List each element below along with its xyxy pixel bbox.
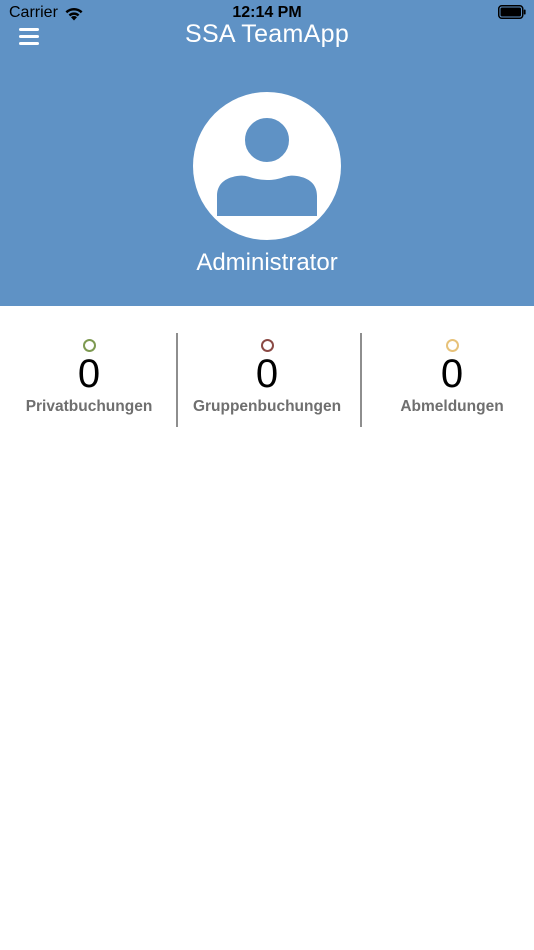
stat-count: 0 bbox=[255, 352, 279, 396]
screen: Carrier 12:14 PM SSA TeamApp Administrat… bbox=[0, 0, 534, 950]
stat-deregistrations[interactable]: 0 Abmeldungen bbox=[363, 330, 534, 428]
stat-private-bookings[interactable]: 0 Privatbuchungen bbox=[0, 330, 178, 428]
status-dot-icon bbox=[445, 339, 459, 352]
booking-stats: 0 Privatbuchungen 0 Gruppenbuchungen 0 A… bbox=[0, 330, 534, 428]
user-name: Administrator bbox=[196, 249, 338, 276]
divider bbox=[360, 333, 362, 427]
user-silhouette-icon bbox=[217, 116, 317, 216]
app-title: SSA TeamApp bbox=[184, 20, 350, 48]
avatar[interactable] bbox=[193, 92, 341, 240]
stat-count: 0 bbox=[77, 352, 101, 396]
status-dot-icon bbox=[260, 339, 274, 352]
status-dot-icon bbox=[82, 339, 96, 352]
stat-label: Privatbuchungen bbox=[25, 398, 153, 415]
profile-header: Carrier 12:14 PM SSA TeamApp Administrat… bbox=[0, 0, 534, 306]
stat-label: Gruppenbuchungen bbox=[192, 398, 342, 415]
stat-label: Abmeldungen bbox=[400, 398, 504, 415]
stat-group-bookings[interactable]: 0 Gruppenbuchungen bbox=[178, 330, 356, 428]
battery-full-icon bbox=[498, 5, 526, 19]
stat-count: 0 bbox=[440, 352, 464, 396]
